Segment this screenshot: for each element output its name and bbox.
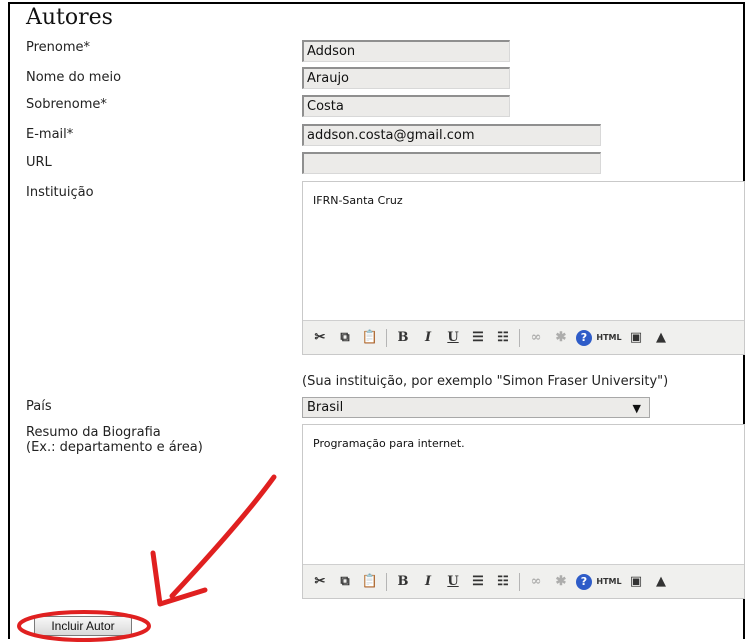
link-icon[interactable]: ∞ xyxy=(526,572,546,592)
bio-editor[interactable]: Programação para internet. ✂ ⧉ 📋 B I U ☰… xyxy=(302,424,745,599)
copy-icon[interactable]: ⧉ xyxy=(335,572,355,592)
email-label: E-mail* xyxy=(26,127,74,142)
middle-name-label: Nome do meio xyxy=(26,70,122,85)
country-value: Brasil xyxy=(307,400,344,415)
italic-icon[interactable]: I xyxy=(418,572,438,592)
underline-icon[interactable]: U xyxy=(443,572,463,592)
bullet-list-icon[interactable]: ☰ xyxy=(468,328,488,348)
url-field[interactable] xyxy=(302,152,601,174)
unlink-icon[interactable]: ✱ xyxy=(551,328,571,348)
paste-icon[interactable]: 📋 xyxy=(360,328,380,348)
bio-label-hint: (Ex.: departamento e área) xyxy=(26,440,203,455)
help-icon[interactable]: ? xyxy=(576,573,592,590)
last-name-label: Sobrenome* xyxy=(26,97,107,112)
fullscreen-icon[interactable]: ▣ xyxy=(626,328,646,348)
first-name-label: Prenome* xyxy=(26,40,91,55)
underline-icon[interactable]: U xyxy=(443,328,463,348)
numbered-list-icon[interactable]: ☷ xyxy=(493,328,513,348)
dropdown-arrow-icon: ▼ xyxy=(632,402,641,415)
italic-icon[interactable]: I xyxy=(418,328,438,348)
image-icon[interactable]: ▲ xyxy=(651,328,671,348)
image-icon[interactable]: ▲ xyxy=(651,572,671,592)
toolbar-separator xyxy=(386,572,387,591)
url-label: URL xyxy=(26,155,52,170)
institution-toolbar: ✂ ⧉ 📋 B I U ☰ ☷ ∞ ✱ ? HTML ▣ ▲ xyxy=(303,320,744,354)
institution-label: Instituição xyxy=(26,185,94,200)
add-author-button[interactable]: Incluir Autor xyxy=(34,616,132,636)
html-icon[interactable]: HTML xyxy=(596,572,621,592)
cut-icon[interactable]: ✂ xyxy=(310,572,330,592)
bold-icon[interactable]: B xyxy=(393,572,413,592)
toolbar-separator xyxy=(519,572,520,591)
link-icon[interactable]: ∞ xyxy=(526,328,546,348)
fullscreen-icon[interactable]: ▣ xyxy=(626,572,646,592)
last-name-field[interactable]: Costa xyxy=(302,95,510,117)
country-select[interactable]: Brasil ▼ xyxy=(302,397,650,418)
bio-text[interactable]: Programação para internet. xyxy=(303,425,744,463)
bio-toolbar: ✂ ⧉ 📋 B I U ☰ ☷ ∞ ✱ ? HTML ▣ ▲ xyxy=(303,564,744,598)
toolbar-separator xyxy=(519,328,520,347)
bullet-list-icon[interactable]: ☰ xyxy=(468,572,488,592)
html-icon[interactable]: HTML xyxy=(596,328,621,348)
bio-label: Resumo da Biografia xyxy=(26,425,161,440)
institution-hint: (Sua instituição, por exemplo "Simon Fra… xyxy=(302,374,669,389)
unlink-icon[interactable]: ✱ xyxy=(551,572,571,592)
middle-name-field[interactable]: Araujo xyxy=(302,67,510,89)
first-name-field[interactable]: Addson xyxy=(302,40,510,62)
cut-icon[interactable]: ✂ xyxy=(310,328,330,348)
copy-icon[interactable]: ⧉ xyxy=(335,328,355,348)
country-label: País xyxy=(26,399,52,414)
bold-icon[interactable]: B xyxy=(393,328,413,348)
paste-icon[interactable]: 📋 xyxy=(360,572,380,592)
institution-editor[interactable]: IFRN-Santa Cruz ✂ ⧉ 📋 B I U ☰ ☷ ∞ ✱ ? HT… xyxy=(302,181,745,355)
institution-text[interactable]: IFRN-Santa Cruz xyxy=(303,182,744,220)
email-field[interactable]: addson.costa@gmail.com xyxy=(302,124,601,146)
toolbar-separator xyxy=(386,328,387,347)
section-title: Autores xyxy=(26,5,113,30)
numbered-list-icon[interactable]: ☷ xyxy=(493,572,513,592)
help-icon[interactable]: ? xyxy=(576,329,592,346)
